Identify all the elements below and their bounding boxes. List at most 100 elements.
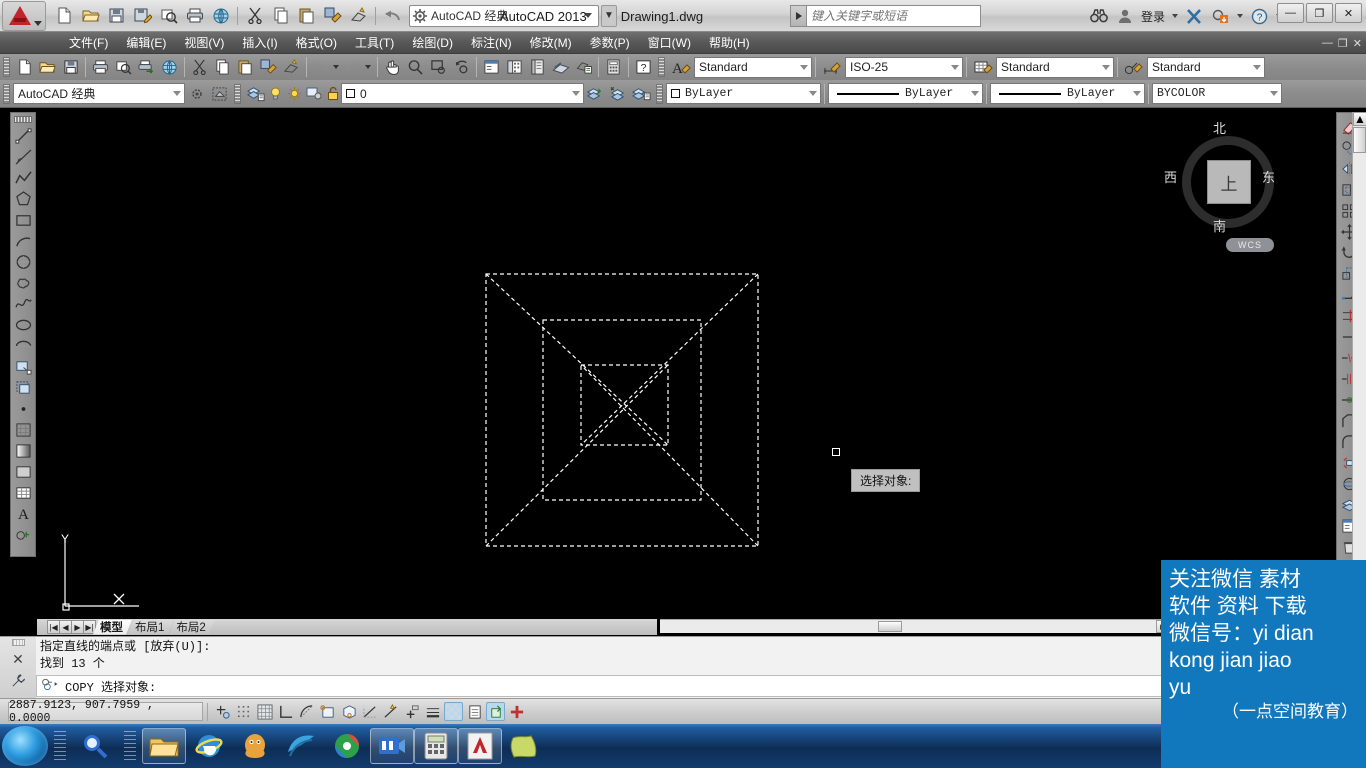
viewcube-top-face[interactable]: 上 bbox=[1207, 160, 1251, 204]
menu-parametric[interactable]: 参数(P) bbox=[581, 32, 639, 53]
chevron-down-icon[interactable] bbox=[1266, 84, 1281, 103]
tool-palettes-icon[interactable] bbox=[526, 56, 549, 78]
make-block-icon[interactable] bbox=[12, 377, 34, 398]
toolbar-grip[interactable] bbox=[3, 57, 10, 77]
vertical-scroll-thumb[interactable] bbox=[1353, 127, 1366, 153]
status-osnap[interactable] bbox=[318, 702, 337, 721]
layer-properties-manager-icon[interactable] bbox=[244, 83, 267, 105]
horizontal-scroll-thumb[interactable] bbox=[878, 621, 902, 632]
layer-lock-viewport-icon[interactable] bbox=[305, 85, 322, 103]
tab-model[interactable]: 模型 bbox=[93, 620, 132, 635]
multileader-style-icon[interactable] bbox=[1121, 56, 1147, 78]
command-prompt-icon[interactable] bbox=[41, 677, 61, 695]
ellipse-arc-icon[interactable] bbox=[12, 335, 34, 356]
properties-palette-icon[interactable] bbox=[480, 56, 503, 78]
add-selected-icon[interactable] bbox=[12, 524, 34, 545]
status-polar[interactable] bbox=[297, 702, 316, 721]
search-dropdown-button[interactable] bbox=[790, 5, 806, 27]
circle-icon[interactable] bbox=[12, 251, 34, 272]
polygon-icon[interactable] bbox=[12, 188, 34, 209]
status-am[interactable] bbox=[507, 702, 526, 721]
menu-tools[interactable]: 工具(T) bbox=[346, 32, 403, 53]
new-icon[interactable] bbox=[52, 3, 77, 28]
cut-icon[interactable] bbox=[242, 3, 267, 28]
region-icon[interactable] bbox=[12, 461, 34, 482]
toolbar-grip[interactable] bbox=[656, 83, 663, 104]
plot-icon[interactable] bbox=[208, 3, 233, 28]
taskbar-video[interactable] bbox=[370, 728, 414, 764]
match-properties-icon[interactable] bbox=[320, 3, 345, 28]
chevron-down-icon[interactable] bbox=[796, 58, 811, 77]
linetype-combo[interactable]: ByLayer bbox=[828, 83, 983, 104]
text-style-icon[interactable]: A bbox=[668, 56, 694, 78]
menu-help[interactable]: 帮助(H) bbox=[700, 32, 759, 53]
drawing-canvas[interactable]: 选择对象: 上 北 南 西 东 WCS Y bbox=[37, 112, 1336, 618]
status-infer-constraints[interactable] bbox=[213, 702, 232, 721]
status-sc[interactable] bbox=[486, 702, 505, 721]
spline-icon[interactable] bbox=[12, 293, 34, 314]
paste-icon[interactable] bbox=[294, 3, 319, 28]
layer-combo[interactable]: 0 bbox=[341, 83, 584, 104]
close-button[interactable]: ✕ bbox=[1335, 3, 1362, 23]
table-style-combo[interactable]: Standard bbox=[996, 56, 1114, 78]
save-icon[interactable] bbox=[59, 56, 82, 78]
match-properties-icon[interactable] bbox=[257, 56, 280, 78]
ellipse-icon[interactable] bbox=[12, 314, 34, 335]
hatch-icon[interactable] bbox=[12, 419, 34, 440]
minimize-button[interactable]: — bbox=[1277, 3, 1304, 23]
chevron-down-icon[interactable] bbox=[1129, 84, 1144, 103]
save-icon[interactable] bbox=[104, 3, 129, 28]
multileader-style-combo[interactable]: Standard bbox=[1147, 56, 1265, 78]
copy-icon[interactable] bbox=[211, 56, 234, 78]
workspace-settings-icon[interactable] bbox=[185, 83, 208, 105]
layer-make-current-icon[interactable] bbox=[607, 83, 630, 105]
block-editor-icon[interactable] bbox=[280, 56, 303, 78]
table-style-icon[interactable] bbox=[970, 56, 996, 78]
zoom-window-icon[interactable] bbox=[427, 56, 450, 78]
taskbar-app-search[interactable] bbox=[72, 727, 118, 765]
taskbar-start[interactable] bbox=[2, 726, 48, 766]
close-icon[interactable]: ✕ bbox=[12, 652, 24, 666]
search-input[interactable] bbox=[806, 5, 981, 27]
help-icon[interactable]: ? bbox=[632, 56, 655, 78]
viewcube[interactable]: 上 北 南 西 东 bbox=[1164, 120, 1275, 235]
taskbar-media[interactable] bbox=[324, 727, 370, 765]
menu-insert[interactable]: 插入(I) bbox=[233, 32, 286, 53]
taskbar-calc[interactable] bbox=[414, 728, 458, 764]
workspace-combo[interactable]: AutoCAD 经典 bbox=[13, 83, 185, 104]
status-transparency[interactable] bbox=[444, 702, 463, 721]
sun-freeze-icon[interactable] bbox=[286, 85, 303, 103]
menu-modify[interactable]: 修改(M) bbox=[521, 32, 581, 53]
toolbar-grip[interactable] bbox=[234, 83, 241, 104]
workspace-display-icon[interactable] bbox=[208, 83, 231, 105]
taskbar-autocad[interactable] bbox=[458, 728, 502, 764]
markup-set-icon[interactable] bbox=[572, 56, 595, 78]
cut-icon[interactable] bbox=[188, 56, 211, 78]
maximize-button[interactable]: ❐ bbox=[1306, 3, 1333, 23]
menu-window[interactable]: 窗口(W) bbox=[639, 32, 700, 53]
point-icon[interactable] bbox=[12, 398, 34, 419]
lineweight-combo[interactable]: ByLayer bbox=[990, 83, 1145, 104]
infocenter-search[interactable] bbox=[790, 5, 981, 27]
status-ducs[interactable] bbox=[381, 702, 400, 721]
menu-edit[interactable]: 编辑(E) bbox=[117, 32, 175, 53]
autodesk-360-icon[interactable] bbox=[1210, 6, 1230, 26]
revision-cloud-icon[interactable] bbox=[12, 272, 34, 293]
print-icon[interactable] bbox=[89, 56, 112, 78]
insert-block-icon[interactable] bbox=[12, 356, 34, 377]
exchange-app-icon[interactable] bbox=[1184, 6, 1204, 26]
lightbulb-icon[interactable] bbox=[267, 85, 284, 103]
menu-draw[interactable]: 绘图(D) bbox=[403, 32, 462, 53]
color-combo[interactable]: ByLayer bbox=[666, 83, 821, 104]
menu-format[interactable]: 格式(O) bbox=[287, 32, 346, 53]
paste-icon[interactable] bbox=[234, 56, 257, 78]
taskbar-explorer[interactable] bbox=[142, 728, 186, 764]
plot-globe-icon[interactable] bbox=[158, 56, 181, 78]
chevron-down-icon[interactable] bbox=[947, 58, 962, 77]
viewcube-west-label[interactable]: 西 bbox=[1164, 167, 1177, 186]
chevron-down-icon[interactable] bbox=[333, 65, 339, 69]
table-icon[interactable] bbox=[12, 482, 34, 503]
status-grid[interactable] bbox=[255, 702, 274, 721]
status-ortho[interactable] bbox=[276, 702, 295, 721]
gradient-icon[interactable] bbox=[12, 440, 34, 461]
